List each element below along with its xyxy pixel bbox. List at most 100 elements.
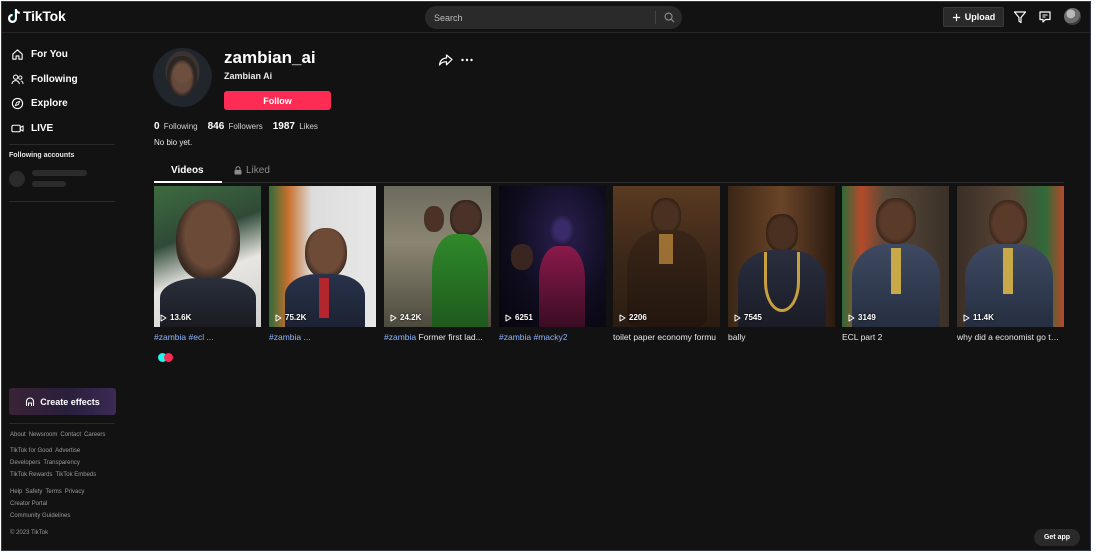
footer-link[interactable]: TikTok for Good bbox=[10, 448, 52, 454]
view-count-value: 3149 bbox=[858, 313, 876, 322]
share-icon[interactable] bbox=[438, 53, 453, 67]
caption-text: bally bbox=[728, 332, 746, 342]
background-figure bbox=[424, 206, 444, 232]
profile-display-name: Zambian Ai bbox=[224, 71, 273, 81]
video-card[interactable]: 24.2K #zambia Former first lad... bbox=[384, 186, 491, 342]
search-button[interactable] bbox=[656, 6, 682, 29]
footer-link[interactable]: About bbox=[10, 432, 26, 438]
upload-button[interactable]: Upload bbox=[943, 7, 1004, 27]
profile-avatar bbox=[153, 48, 212, 107]
following-count: 0 bbox=[154, 121, 160, 132]
sidebar-item-for-you[interactable]: For You bbox=[11, 48, 68, 61]
footer-link[interactable]: Creator Portal bbox=[10, 501, 47, 507]
footer-link[interactable]: Community Guidelines bbox=[10, 513, 70, 519]
video-thumbnail[interactable]: 2206 bbox=[613, 186, 720, 327]
footer-link[interactable]: TikTok Embeds bbox=[55, 472, 96, 478]
video-thumbnail[interactable]: 13.6K bbox=[154, 186, 261, 327]
video-caption[interactable]: bally bbox=[728, 332, 833, 342]
video-thumbnail[interactable]: 7545 bbox=[728, 186, 835, 327]
caption-hashtags[interactable]: #zambia bbox=[384, 332, 416, 342]
likes-stat: 1987 Likes bbox=[273, 121, 318, 132]
video-card[interactable]: 2206 toilet paper economy formu bbox=[613, 186, 720, 342]
video-thumbnail[interactable]: 11.4K bbox=[957, 186, 1064, 327]
create-effects-button[interactable]: Create effects bbox=[9, 388, 116, 415]
view-count: 7545 bbox=[734, 313, 762, 322]
portrait-vest bbox=[659, 234, 673, 264]
search-input[interactable] bbox=[425, 6, 655, 29]
video-thumbnail[interactable]: 3149 bbox=[842, 186, 949, 327]
tab-videos[interactable]: Videos bbox=[171, 165, 204, 176]
tiktok-logo[interactable]: TikTok bbox=[8, 8, 66, 24]
video-card[interactable]: 13.6K #zambia #ecl ... bbox=[154, 186, 261, 342]
sidebar-item-label: Following bbox=[31, 74, 78, 85]
footer-link[interactable]: Advertise bbox=[55, 448, 80, 454]
video-card[interactable]: 3149 ECL part 2 bbox=[842, 186, 949, 342]
view-count: 11.4K bbox=[963, 313, 994, 322]
video-caption[interactable]: why did a economist go to ... bbox=[957, 332, 1062, 342]
portrait-figure bbox=[511, 244, 533, 270]
video-card[interactable]: 6251 #zambia #macky2 bbox=[499, 186, 606, 342]
caption-hashtags[interactable]: #zambia #ecl ... bbox=[154, 332, 214, 342]
likes-stat-label: Likes bbox=[299, 122, 318, 131]
video-caption[interactable]: toilet paper economy formu bbox=[613, 332, 718, 342]
caption-hashtags[interactable]: #zambia #macky2 bbox=[499, 332, 568, 342]
video-caption[interactable]: #zambia Former first lad... bbox=[384, 332, 489, 342]
footer-links-row: TikTok for Good Advertise bbox=[10, 448, 80, 454]
search-bar bbox=[425, 6, 682, 29]
send-filter-icon[interactable] bbox=[1013, 10, 1027, 24]
live-icon bbox=[11, 124, 24, 133]
followers-stat[interactable]: 846 Followers bbox=[208, 121, 263, 132]
caption-hashtags[interactable]: #zambia ... bbox=[269, 332, 311, 342]
footer-link[interactable]: Contact bbox=[60, 432, 81, 438]
get-app-button[interactable]: Get app bbox=[1034, 529, 1080, 546]
video-card[interactable]: 11.4K why did a economist go to ... bbox=[957, 186, 1064, 342]
video-thumbnail[interactable]: 75.2K bbox=[269, 186, 376, 327]
following-stat-label: Following bbox=[163, 122, 198, 131]
footer-link[interactable]: TikTok Rewards bbox=[10, 472, 52, 478]
video-caption[interactable]: #zambia ... bbox=[269, 332, 374, 342]
compass-icon bbox=[11, 97, 24, 110]
user-avatar[interactable] bbox=[1064, 8, 1081, 25]
footer-link[interactable]: Terms bbox=[45, 489, 61, 495]
footer-links-row: Developers Transparency bbox=[10, 460, 80, 466]
active-tab-indicator bbox=[154, 181, 222, 183]
tab-liked[interactable]: Liked bbox=[234, 165, 270, 176]
sidebar-item-following[interactable]: Following bbox=[11, 73, 78, 86]
inbox-icon[interactable] bbox=[1038, 10, 1052, 24]
effects-icon bbox=[26, 396, 35, 406]
footer-links-row: Help Safety Terms Privacy bbox=[10, 489, 84, 495]
video-caption[interactable]: ECL part 2 bbox=[842, 332, 947, 342]
video-card[interactable]: 75.2K #zambia ... bbox=[269, 186, 376, 342]
video-thumbnail[interactable]: 6251 bbox=[499, 186, 606, 327]
video-card[interactable]: 7545 bally bbox=[728, 186, 835, 342]
video-caption[interactable]: #zambia #macky2 bbox=[499, 332, 604, 342]
skeleton-line bbox=[32, 181, 66, 187]
portrait-figure bbox=[766, 214, 798, 252]
more-options-icon[interactable] bbox=[460, 53, 474, 67]
following-stat[interactable]: 0 Following bbox=[154, 121, 198, 132]
footer-link[interactable]: Help bbox=[10, 489, 22, 495]
footer-link[interactable]: Privacy bbox=[65, 489, 85, 495]
view-count: 6251 bbox=[505, 313, 533, 322]
footer-link[interactable]: Safety bbox=[25, 489, 42, 495]
loader-dot-pink bbox=[164, 353, 173, 362]
footer-link[interactable]: Careers bbox=[84, 432, 105, 438]
video-thumbnail[interactable]: 24.2K bbox=[384, 186, 491, 327]
footer-link[interactable]: Newsroom bbox=[29, 432, 58, 438]
follow-button[interactable]: Follow bbox=[224, 91, 331, 110]
copyright-text: © 2023 TikTok bbox=[10, 530, 49, 536]
play-icon bbox=[619, 314, 626, 321]
view-count: 75.2K bbox=[275, 313, 306, 322]
profile-username: zambian_ai bbox=[224, 48, 316, 67]
following-icon bbox=[11, 74, 24, 85]
footer-link[interactable]: Developers bbox=[10, 460, 40, 466]
footer-link[interactable]: Transparency bbox=[43, 460, 79, 466]
tab-liked-label: Liked bbox=[246, 165, 270, 176]
create-effects-label: Create effects bbox=[40, 396, 100, 407]
sidebar-item-live[interactable]: LIVE bbox=[11, 122, 53, 135]
sidebar-item-explore[interactable]: Explore bbox=[11, 97, 68, 110]
portrait-necklace bbox=[764, 252, 800, 312]
sidebar-item-label: LIVE bbox=[31, 123, 54, 134]
video-caption[interactable]: #zambia #ecl ... bbox=[154, 332, 259, 342]
tiktok-note-icon bbox=[8, 9, 20, 23]
